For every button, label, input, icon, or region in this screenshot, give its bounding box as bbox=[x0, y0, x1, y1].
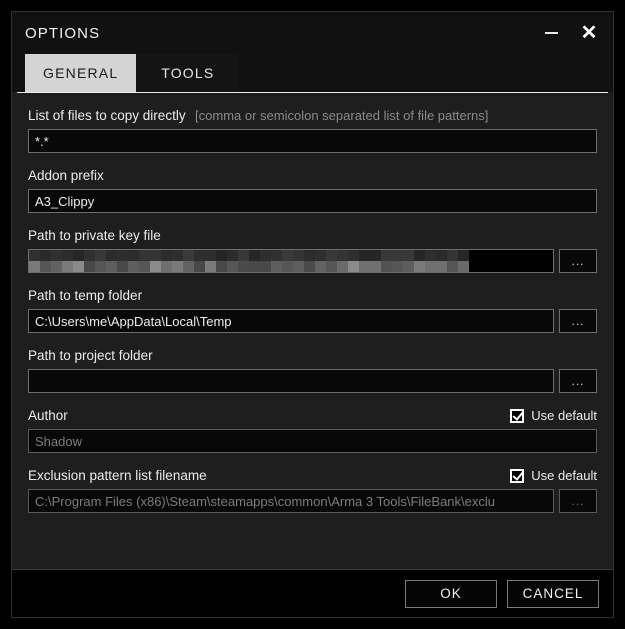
input-row: Shadow bbox=[28, 429, 597, 453]
label-row: Path to project folder bbox=[28, 347, 597, 364]
input-row: C:\Program Files (x86)\Steam\steamapps\c… bbox=[28, 489, 597, 513]
author-label: Author bbox=[28, 408, 68, 423]
options-dialog: OPTIONS ✕ GENERAL TOOLS List of files to… bbox=[11, 11, 614, 618]
input-row: ... bbox=[28, 369, 597, 393]
addon-prefix-input[interactable]: A3_Clippy bbox=[28, 189, 597, 213]
input-row: *.* bbox=[28, 129, 597, 153]
files-to-copy-label: List of files to copy directly bbox=[28, 107, 186, 123]
close-icon: ✕ bbox=[580, 22, 598, 44]
field-exclusion-pattern-filename: Exclusion pattern list filename Use defa… bbox=[28, 467, 597, 513]
field-project-folder-path: Path to project folder ... bbox=[28, 347, 597, 393]
label-row: List of files to copy directly [comma or… bbox=[28, 107, 597, 124]
exclusion-use-default-label: Use default bbox=[531, 468, 597, 483]
tab-tools[interactable]: TOOLS bbox=[136, 54, 240, 92]
author-use-default-label: Use default bbox=[531, 408, 597, 423]
project-folder-input[interactable] bbox=[28, 369, 554, 393]
temp-folder-input[interactable]: C:\Users\me\AppData\Local\Temp bbox=[28, 309, 554, 333]
temp-folder-label: Path to temp folder bbox=[28, 288, 143, 303]
label-row: Addon prefix bbox=[28, 167, 597, 184]
tab-general[interactable]: GENERAL bbox=[25, 54, 137, 92]
minimize-icon bbox=[544, 32, 558, 34]
private-key-label: Path to private key file bbox=[28, 228, 161, 243]
dialog-footer: OK CANCEL bbox=[12, 569, 613, 617]
checkmark-icon bbox=[510, 468, 525, 483]
addon-prefix-label: Addon prefix bbox=[28, 168, 104, 183]
checkmark-icon bbox=[510, 408, 525, 423]
exclusion-pattern-browse-button[interactable]: ... bbox=[559, 489, 597, 513]
files-to-copy-input[interactable]: *.* bbox=[28, 129, 597, 153]
field-addon-prefix: Addon prefix A3_Clippy bbox=[28, 167, 597, 213]
window-title: OPTIONS bbox=[25, 24, 101, 42]
project-folder-label: Path to project folder bbox=[28, 348, 153, 363]
field-files-to-copy: List of files to copy directly [comma or… bbox=[28, 107, 597, 153]
tab-general-label: GENERAL bbox=[43, 65, 119, 81]
exclusion-pattern-input[interactable]: C:\Program Files (x86)\Steam\steamapps\c… bbox=[28, 489, 554, 513]
title-bar: OPTIONS ✕ bbox=[12, 12, 613, 54]
project-folder-browse-button[interactable]: ... bbox=[559, 369, 597, 393]
field-author: Author Use default Shadow bbox=[28, 407, 597, 453]
general-settings-panel: List of files to copy directly [comma or… bbox=[12, 93, 613, 569]
minimize-button[interactable] bbox=[535, 18, 567, 48]
tab-strip: GENERAL TOOLS bbox=[12, 54, 613, 92]
window-controls: ✕ bbox=[535, 12, 605, 54]
input-row: A3_Clippy bbox=[28, 189, 597, 213]
label-row: Exclusion pattern list filename Use defa… bbox=[28, 467, 597, 484]
close-button[interactable]: ✕ bbox=[573, 18, 605, 48]
private-key-input[interactable] bbox=[28, 249, 554, 273]
input-row: C:\Users\me\AppData\Local\Temp ... bbox=[28, 309, 597, 333]
field-private-key-path: Path to private key file ... bbox=[28, 227, 597, 273]
temp-folder-browse-button[interactable]: ... bbox=[559, 309, 597, 333]
input-row: ... bbox=[28, 249, 597, 273]
files-to-copy-hint: [comma or semicolon separated list of fi… bbox=[195, 107, 489, 123]
cancel-button[interactable]: CANCEL bbox=[507, 579, 599, 608]
tab-tools-label: TOOLS bbox=[161, 65, 215, 81]
redaction-mosaic bbox=[29, 250, 469, 272]
author-use-default-checkbox[interactable]: Use default bbox=[510, 408, 597, 423]
tab-strip-filler bbox=[239, 54, 613, 92]
label-row: Path to private key file bbox=[28, 227, 597, 244]
label-group: List of files to copy directly [comma or… bbox=[28, 107, 488, 125]
label-row: Author Use default bbox=[28, 407, 597, 424]
private-key-browse-button[interactable]: ... bbox=[559, 249, 597, 273]
label-row: Path to temp folder bbox=[28, 287, 597, 304]
exclusion-pattern-label: Exclusion pattern list filename bbox=[28, 468, 207, 483]
exclusion-use-default-checkbox[interactable]: Use default bbox=[510, 468, 597, 483]
ok-button[interactable]: OK bbox=[405, 579, 497, 608]
field-temp-folder-path: Path to temp folder C:\Users\me\AppData\… bbox=[28, 287, 597, 333]
author-input[interactable]: Shadow bbox=[28, 429, 597, 453]
